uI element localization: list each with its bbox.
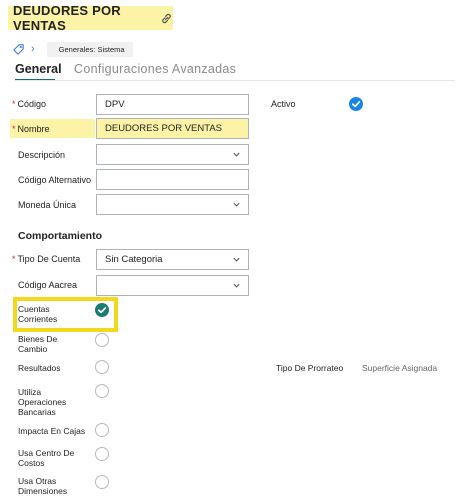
chevron-down-icon <box>233 257 240 262</box>
resultados-checkbox[interactable] <box>95 360 109 374</box>
codigo-aacrea-label: Código Aacrea <box>18 280 78 290</box>
chevron-down-icon <box>233 283 240 288</box>
nombre-label: * Nombre <box>12 124 50 134</box>
resultados-label: Resultados <box>18 363 61 373</box>
usa-otras-dimensiones-checkbox[interactable] <box>95 475 109 489</box>
codigo-label: * Código <box>12 99 47 109</box>
codigo-aacrea-select[interactable] <box>96 275 249 296</box>
codigo-input[interactable]: DPV <box>96 94 249 115</box>
tab-bar: General Configuraciones Avanzadas <box>0 62 465 82</box>
bienes-de-cambio-label: Bienes De Cambio <box>18 334 58 354</box>
tipo-prorrateo-value: Superficie Asignada <box>362 363 438 373</box>
chevron-down-icon <box>233 202 240 207</box>
tab-divider <box>15 80 455 81</box>
usa-centro-de-costos-checkbox[interactable] <box>95 447 109 461</box>
tipo-cuenta-select[interactable]: Sin Categoria <box>96 249 249 270</box>
utiliza-operaciones-bancarias-checkbox[interactable] <box>95 384 109 398</box>
section-title-comportamiento: Comportamiento <box>18 230 102 242</box>
tipo-cuenta-label: * Tipo De Cuenta <box>12 254 81 264</box>
cuentas-corrientes-checkbox[interactable] <box>95 303 109 317</box>
activo-checkbox[interactable] <box>349 97 363 111</box>
usa-centro-de-costos-label: Usa Centro De Costos <box>18 448 75 468</box>
cuentas-corrientes-label: Cuentas Corrientes <box>18 304 58 324</box>
page-title: DEUDORES POR VENTAS <box>13 3 121 33</box>
breadcrumb-item-generales-sistema[interactable]: Generales: Sistema <box>46 41 133 57</box>
tipo-prorrateo-label: Tipo De Prorrateo <box>276 363 344 373</box>
codigo-alternativo-label: Código Alternativo <box>18 175 92 185</box>
descripcion-select[interactable] <box>96 144 249 165</box>
impacta-en-cajas-label: Impacta En Cajas <box>18 426 86 436</box>
usa-otras-dimensiones-label: Usa Otras Dimensiones <box>18 476 68 496</box>
nombre-input[interactable]: DEUDORES POR VENTAS <box>96 118 249 139</box>
tab-general[interactable]: General <box>15 62 62 76</box>
tag-icon <box>12 43 25 56</box>
descripcion-label: Descripción <box>18 150 66 160</box>
utiliza-operaciones-bancarias-label: Utiliza Operaciones Bancarias <box>18 387 67 417</box>
chevron-right-icon[interactable]: › <box>31 43 35 55</box>
moneda-unica-label: Moneda Única <box>18 200 77 210</box>
impacta-en-cajas-checkbox[interactable] <box>95 423 109 437</box>
breadcrumb: › Generales: Sistema <box>12 40 133 58</box>
bienes-de-cambio-checkbox[interactable] <box>95 333 109 347</box>
moneda-unica-select[interactable] <box>96 194 249 215</box>
chevron-down-icon <box>233 152 240 157</box>
link-icon[interactable] <box>160 12 173 25</box>
activo-label: Activo <box>271 99 296 109</box>
page-title-container: DEUDORES POR VENTAS <box>8 3 173 33</box>
codigo-alternativo-input[interactable] <box>96 169 249 190</box>
tab-configuraciones-avanzadas[interactable]: Configuraciones Avanzadas <box>74 62 236 76</box>
